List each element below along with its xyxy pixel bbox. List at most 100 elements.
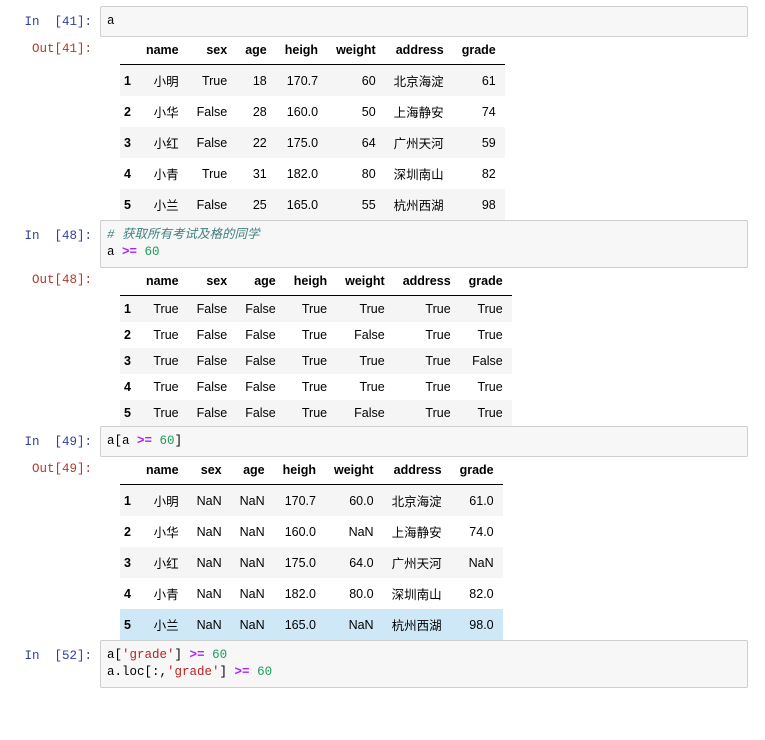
in-prompt-label: In [48]:: [24, 229, 92, 243]
table-cell: False: [354, 406, 385, 420]
table-cell: NaN: [239, 493, 265, 508]
table-cell: True: [477, 302, 503, 316]
table-row[interactable]: 4 True False False True True True True: [120, 374, 512, 400]
table-cell: NaN: [239, 617, 265, 632]
row-index-label: 5: [124, 617, 131, 632]
row-index-label: 4: [124, 166, 131, 181]
code-token-plain: a: [107, 14, 115, 28]
table-row[interactable]: 4 小青 True 31 182.0 80 深圳南山 82: [120, 158, 505, 189]
code-token-op: >=: [137, 434, 153, 448]
table-row[interactable]: 3 小红 NaN NaN 175.0 64.0 广州天河 NaN: [120, 547, 503, 578]
column-header: sex: [206, 274, 228, 288]
column-header: address: [402, 274, 451, 288]
code-editor[interactable]: # 获取所有考试及格的同学 a >= 60: [100, 220, 748, 268]
table-row[interactable]: 2 True False False True False True True: [120, 322, 512, 348]
table-cell: 182.0: [286, 166, 319, 181]
table-row[interactable]: 1 小明 NaN NaN 170.7 60.0 北京海淀 61.0: [120, 484, 503, 516]
table-row[interactable]: 2 小华 NaN NaN 160.0 NaN 上海静安 74.0: [120, 516, 503, 547]
table-cell: 61: [481, 73, 496, 88]
table-cell: False: [196, 104, 228, 119]
index-column-header: [120, 39, 137, 65]
table-cell: 98: [481, 197, 496, 212]
code-token-plain: ]: [174, 434, 183, 448]
table-cell: NaN: [196, 493, 222, 508]
code-editor[interactable]: a[a >= 60]: [100, 426, 748, 457]
table-row[interactable]: 3 小红 False 22 175.0 64 广州天河 59: [120, 127, 505, 158]
column-header: name: [145, 463, 179, 477]
row-index-label: 2: [124, 104, 131, 119]
table-header-row: name sex age heigh weight address grade: [120, 459, 503, 485]
table-cell: True: [425, 302, 451, 316]
table-cell: 165.0: [284, 617, 316, 632]
table-cell: 82: [481, 166, 496, 181]
table-cell: NaN: [468, 555, 494, 570]
table-cell: 60: [361, 73, 376, 88]
table-cell: 28: [252, 104, 267, 119]
table-cell: 小青: [153, 588, 179, 602]
column-header: address: [395, 43, 444, 57]
code-editor[interactable]: a['grade'] >= 60 a.loc[:,'grade'] >= 60: [100, 640, 748, 688]
index-column-header: [120, 459, 137, 485]
table-cell: False: [196, 197, 228, 212]
table-cell: 深圳南山: [393, 168, 444, 182]
code-editor[interactable]: a: [100, 6, 748, 37]
table-cell: 深圳南山: [391, 588, 442, 602]
table-row[interactable]: 5 小兰 NaN NaN 165.0 NaN 杭州西湖 98.0: [120, 609, 503, 640]
table-cell: 64: [361, 135, 376, 150]
table-row[interactable]: 2 小华 False 28 160.0 50 上海静安 74: [120, 96, 505, 127]
table-cell: 31: [252, 166, 267, 181]
table-cell: 22: [252, 135, 267, 150]
table-cell: NaN: [239, 524, 265, 539]
column-header: name: [145, 43, 179, 57]
code-token-num: 60: [257, 665, 273, 679]
row-index-label: 1: [124, 302, 131, 316]
table-cell: 175.0: [284, 555, 316, 570]
table-cell: 182.0: [284, 586, 316, 601]
table-cell: True: [301, 380, 328, 394]
table-cell: 小红: [153, 137, 179, 151]
row-index-label: 2: [124, 524, 131, 539]
table-cell: 小兰: [153, 199, 179, 213]
table-cell: False: [196, 135, 228, 150]
table-cell: 165.0: [286, 197, 319, 212]
table-cell: True: [153, 380, 179, 394]
row-index-label: 5: [124, 406, 131, 420]
table-cell: True: [425, 380, 451, 394]
table-cell: 上海静安: [393, 106, 444, 120]
table-cell: 175.0: [286, 135, 319, 150]
table-cell: True: [425, 354, 451, 368]
out-prompt-label: Out[49]:: [31, 462, 92, 476]
table-cell: 广州天河: [393, 137, 444, 151]
table-row[interactable]: 3 True False False True True True False: [120, 348, 512, 374]
code-token-str: 'grade': [167, 665, 220, 679]
column-header: heigh: [284, 43, 319, 57]
table-row[interactable]: 1 True False False True True True True: [120, 295, 512, 322]
table-cell: 61.0: [469, 493, 494, 508]
column-header: weight: [345, 274, 385, 288]
table-row[interactable]: 1 小明 True 18 170.7 60 北京海淀 61: [120, 64, 505, 96]
dataframe-output: name sex age heigh weight address grade 1 小明 True…: [100, 37, 765, 220]
row-index-label: 5: [124, 197, 131, 212]
index-column-header: [120, 270, 137, 296]
notebook-body: In [41]: a Out[41]: name sex age heigh weight a…: [0, 0, 765, 688]
table-cell: 小红: [153, 557, 179, 571]
dataframe-output: name sex age heigh weight address grade 1 True Fa…: [100, 268, 765, 426]
table-row[interactable]: 5 True False False True False True True: [120, 400, 512, 426]
table-cell: True: [359, 302, 385, 316]
table-row[interactable]: 5 小兰 False 25 165.0 55 杭州西湖 98: [120, 189, 505, 220]
row-index-label: 3: [124, 354, 131, 368]
column-header: weight: [336, 43, 376, 57]
table-cell: False: [354, 328, 385, 342]
code-cell: In [52]: a['grade'] >= 60 a.loc[:,'grade']…: [0, 640, 765, 688]
table-cell: False: [196, 302, 228, 316]
table-cell: NaN: [348, 524, 374, 539]
table-cell: 广州天河: [391, 557, 442, 571]
table-cell: 160.0: [286, 104, 319, 119]
table-cell: False: [245, 380, 276, 394]
table-cell: True: [153, 302, 179, 316]
table-row[interactable]: 4 小青 NaN NaN 182.0 80.0 深圳南山 82.0: [120, 578, 503, 609]
column-header: grade: [468, 274, 503, 288]
table-cell: 80.0: [349, 586, 374, 601]
